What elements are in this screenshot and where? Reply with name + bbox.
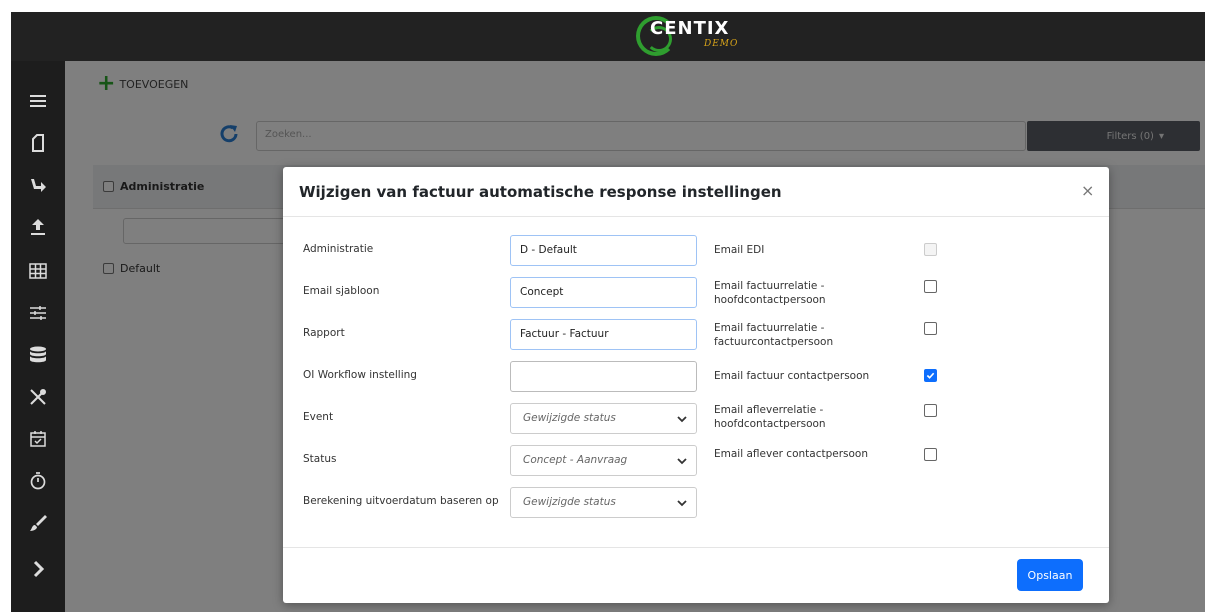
- oi-workflow-label: OI Workflow instelling: [303, 369, 417, 381]
- top-bar: [11, 12, 1205, 61]
- rapport-input[interactable]: Factuur - Factuur: [510, 319, 697, 350]
- administratie-label: Administratie: [303, 243, 374, 255]
- status-select[interactable]: Concept - Aanvraag: [510, 445, 697, 476]
- centix-logo[interactable]: CENTIX DEMO: [636, 14, 766, 58]
- afleverrelatie-hoofd-label: Email afleverrelatie - hoofdcontactperso…: [714, 404, 826, 430]
- page-margin: [0, 0, 11, 612]
- settings-modal: Wijzigen van factuur automatische respon…: [283, 167, 1109, 603]
- check-icon: [926, 372, 935, 379]
- modal-header: Wijzigen van factuur automatische respon…: [283, 167, 1109, 217]
- stopwatch-icon[interactable]: [11, 461, 65, 501]
- modal-footer: Opslaan: [283, 547, 1109, 603]
- factuurrelatie-factuur-label: Email factuurrelatie - factuurcontactper…: [714, 322, 834, 348]
- save-button[interactable]: Opslaan: [1017, 559, 1083, 591]
- document-icon[interactable]: [11, 123, 65, 163]
- event-select-value: Gewijzigde status: [523, 412, 616, 424]
- afleverrelatie-hoofd-checkbox[interactable]: [924, 404, 937, 417]
- berekening-label: Berekening uitvoerdatum baseren op: [303, 495, 499, 507]
- share-arrow-icon[interactable]: [11, 165, 65, 205]
- logo-text: CENTIX: [650, 18, 730, 39]
- oi-workflow-input[interactable]: [510, 361, 697, 392]
- aflever-contact-checkbox[interactable]: [924, 448, 937, 461]
- administratie-input[interactable]: D - Default: [510, 235, 697, 266]
- email-sjabloon-input[interactable]: Concept: [510, 277, 697, 308]
- event-label: Event: [303, 411, 334, 423]
- sidebar: [11, 61, 65, 612]
- brush-icon[interactable]: [11, 503, 65, 543]
- factuurrelatie-hoofd-label: Email factuurrelatie - hoofdcontactperso…: [714, 280, 826, 306]
- chevron-right-icon[interactable]: [11, 549, 65, 589]
- email-edi-label: Email EDI: [714, 244, 765, 256]
- event-select[interactable]: Gewijzigde status: [510, 403, 697, 434]
- logo-subtext: DEMO: [704, 39, 739, 49]
- email-edi-checkbox: [924, 243, 937, 256]
- factuur-contact-checkbox[interactable]: [924, 369, 937, 382]
- sliders-icon[interactable]: [11, 293, 65, 333]
- modal-title: Wijzigen van factuur automatische respon…: [299, 183, 782, 201]
- chevron-down-icon: [677, 416, 687, 423]
- upload-icon[interactable]: [11, 207, 65, 247]
- database-icon[interactable]: [11, 335, 65, 375]
- chevron-down-icon: [677, 500, 687, 507]
- close-icon[interactable]: ×: [1081, 181, 1094, 200]
- factuurrelatie-factuur-checkbox[interactable]: [924, 322, 937, 335]
- aflever-contact-label: Email aflever contactpersoon: [714, 448, 869, 460]
- factuurrelatie-hoofd-checkbox[interactable]: [924, 280, 937, 293]
- email-sjabloon-label: Email sjabloon: [303, 285, 380, 297]
- berekening-select[interactable]: Gewijzigde status: [510, 487, 697, 518]
- table-icon[interactable]: [11, 251, 65, 291]
- rapport-label: Rapport: [303, 327, 345, 339]
- status-label: Status: [303, 453, 337, 465]
- factuur-contact-label: Email factuur contactpersoon: [714, 370, 870, 382]
- berekening-select-value: Gewijzigde status: [523, 496, 616, 508]
- calendar-check-icon[interactable]: [11, 419, 65, 459]
- hamburger-icon[interactable]: [11, 81, 65, 121]
- chevron-down-icon: [677, 458, 687, 465]
- tools-icon[interactable]: [11, 377, 65, 417]
- status-select-value: Concept - Aanvraag: [523, 454, 628, 466]
